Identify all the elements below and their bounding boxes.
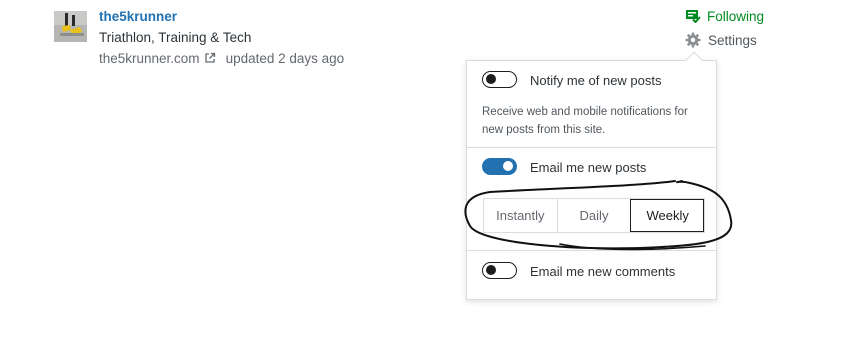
site-name-link[interactable]: the5krunner (99, 9, 177, 24)
updated-timestamp: updated 2 days ago (225, 51, 345, 66)
following-button[interactable]: Following (685, 9, 764, 24)
site-url-link[interactable]: the5krunner.com (99, 51, 200, 66)
email-comments-toggle[interactable] (482, 262, 517, 279)
notify-posts-label: Notify me of new posts (530, 73, 662, 88)
email-posts-label: Email me new posts (530, 160, 647, 175)
email-frequency-selector: Instantly Daily Weekly (483, 198, 705, 233)
divider (467, 250, 716, 251)
external-link-icon[interactable] (204, 52, 216, 64)
following-label: Following (707, 9, 765, 24)
settings-button[interactable]: Settings (685, 32, 757, 48)
notify-posts-help: Receive web and mobile notifications for… (482, 106, 688, 136)
settings-label: Settings (708, 33, 757, 48)
frequency-weekly[interactable]: Weekly (630, 199, 705, 232)
site-avatar[interactable] (54, 11, 87, 42)
subscription-settings-popover: Notify me of new posts Receive web and m… (466, 60, 717, 300)
divider (467, 147, 716, 148)
toggle-knob (503, 161, 513, 171)
gear-icon (685, 32, 701, 48)
email-comments-label: Email me new comments (530, 264, 676, 279)
notify-posts-toggle[interactable] (482, 71, 517, 88)
toggle-knob (486, 74, 496, 84)
following-reader-icon (685, 9, 701, 24)
toggle-knob (486, 265, 496, 275)
reader-site-row: the5krunner Triathlon, Training & Tech t… (0, 0, 865, 350)
frequency-instantly[interactable]: Instantly (484, 199, 557, 232)
site-description: Triathlon, Training & Tech (99, 30, 252, 45)
frequency-daily[interactable]: Daily (556, 199, 631, 232)
email-posts-toggle[interactable] (482, 158, 517, 175)
site-meta: the5krunner.com updated 2 days ago (99, 51, 344, 66)
